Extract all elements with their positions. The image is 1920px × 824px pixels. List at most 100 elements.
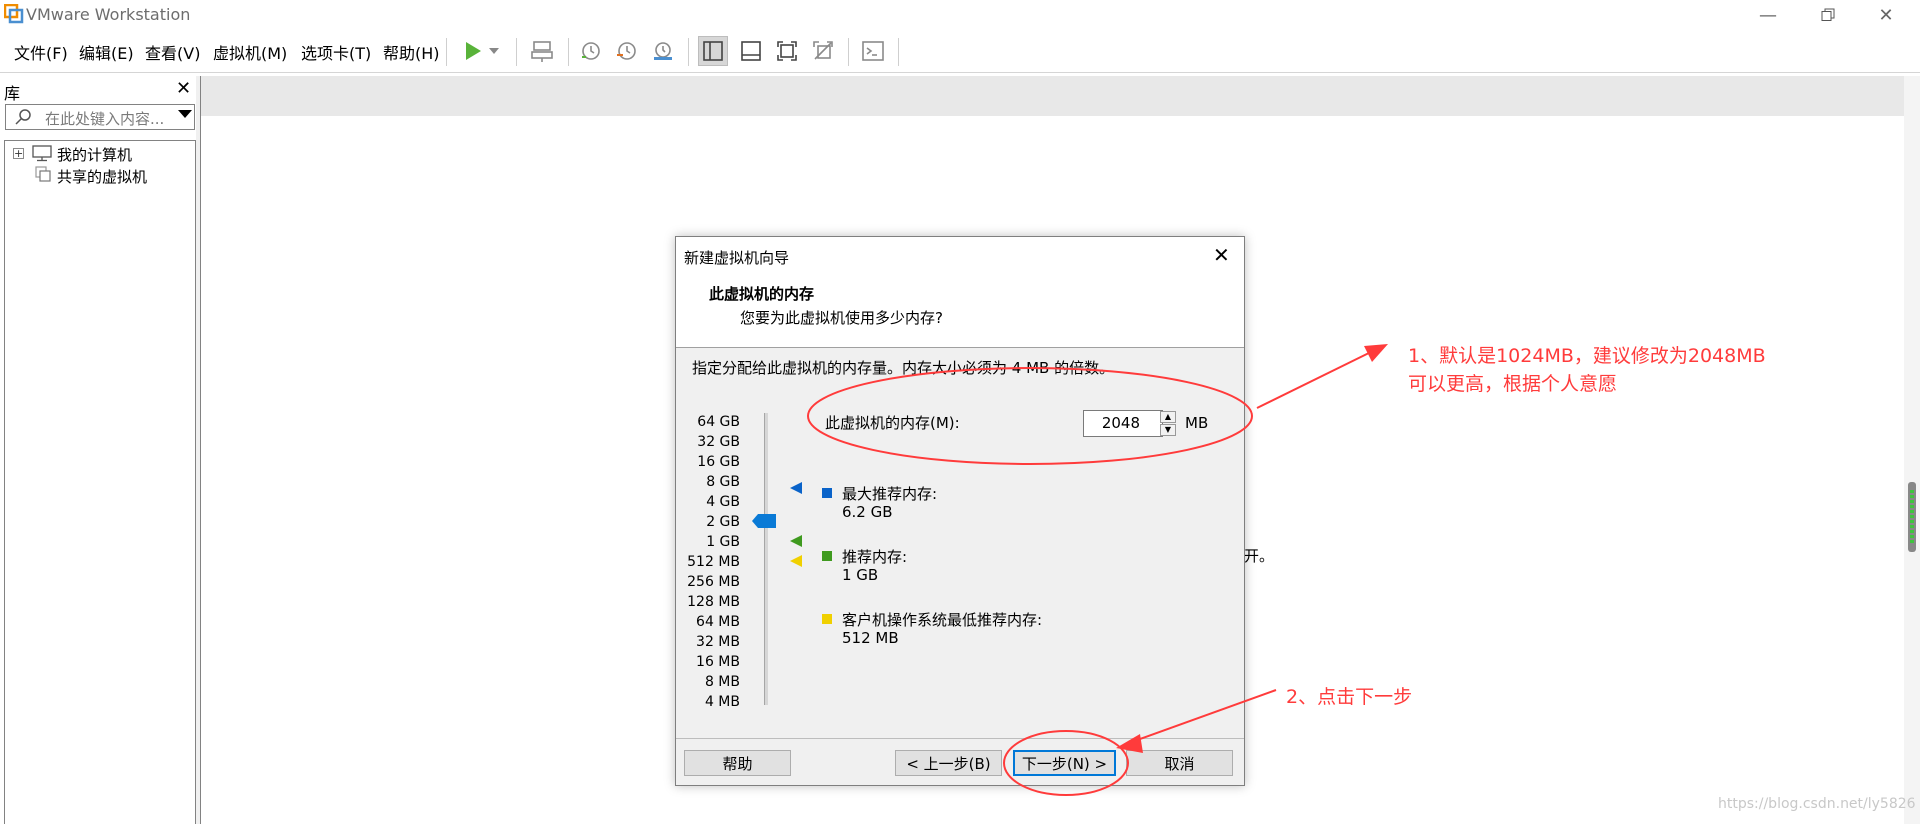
- toolbar-separator: [516, 38, 517, 66]
- chevron-down-icon: [489, 48, 499, 54]
- thumbnail-bar-button[interactable]: [736, 36, 766, 66]
- menu-edit[interactable]: 编辑(E): [79, 40, 134, 64]
- menu-view[interactable]: 查看(V): [145, 40, 200, 64]
- dialog-instruction: 指定分配给此虚拟机的内存量。内存大小必须为 4 MB 的倍数。: [692, 359, 1115, 377]
- memory-spin-up-button[interactable]: ▲: [1160, 411, 1176, 423]
- menu-file[interactable]: 文件(F): [14, 40, 68, 64]
- menu-help[interactable]: 帮助(H): [383, 40, 440, 64]
- snapshot-button[interactable]: [576, 36, 606, 66]
- scale-label: 1 GB: [706, 534, 740, 550]
- scrollbar-grip: [1910, 490, 1914, 544]
- console-view-button[interactable]: [858, 36, 888, 66]
- dialog-footer-divider: [676, 738, 1244, 739]
- show-library-button[interactable]: [698, 36, 728, 66]
- back-button[interactable]: < 上一步(B): [895, 750, 1002, 776]
- vmware-logo-icon: [3, 3, 24, 24]
- memory-unit: MB: [1185, 414, 1209, 432]
- close-icon: ✕: [1878, 4, 1894, 26]
- scale-label: 4 MB: [704, 694, 740, 710]
- dialog-divider: [676, 347, 1244, 348]
- play-icon: [466, 42, 481, 60]
- fullscreen-icon: [777, 41, 797, 61]
- tree-expand-icon[interactable]: +: [13, 148, 24, 159]
- scale-label: 2 GB: [706, 514, 740, 530]
- annotation-note-1-line-1: 1、默认是1024MB，建议修改为2048MB: [1408, 345, 1766, 367]
- scale-label: 32 MB: [696, 634, 740, 650]
- title-bar: [0, 0, 1920, 30]
- snapshot-icon: [582, 42, 600, 60]
- computer-icon: [32, 145, 52, 166]
- chevron-down-icon: ▼: [1164, 425, 1172, 434]
- scale-label: 32 GB: [697, 434, 740, 450]
- toolbar-separator: [848, 38, 849, 66]
- scale-label: 4 GB: [706, 494, 740, 510]
- help-button[interactable]: 帮助: [684, 750, 791, 776]
- scale-label: 512 MB: [687, 554, 740, 570]
- tree-item-shared-vms[interactable]: 共享的虚拟机: [57, 166, 147, 187]
- main-border: [200, 116, 201, 824]
- unity-icon: [813, 41, 833, 60]
- minimize-icon: —: [1759, 4, 1777, 26]
- legend-swatch-max: [822, 488, 832, 498]
- memory-input[interactable]: 2048: [1083, 410, 1163, 437]
- scale-label: 8 GB: [706, 474, 740, 490]
- library-header: [0, 76, 196, 102]
- memory-slider-thumb[interactable]: [752, 514, 776, 532]
- library-close-button[interactable]: ✕: [176, 78, 191, 99]
- legend-swatch-recommended: [822, 551, 832, 561]
- cancel-button[interactable]: 取消: [1126, 750, 1233, 776]
- revert-snapshot-button[interactable]: [612, 36, 642, 66]
- next-button[interactable]: 下一步(N) >: [1013, 750, 1116, 776]
- dialog-close-button[interactable]: ✕: [1213, 243, 1230, 267]
- dialog-heading: 此虚拟机的内存: [709, 285, 815, 303]
- legend-recommended-title: 推荐内存:: [842, 548, 908, 566]
- scale-label: 256 MB: [687, 574, 740, 590]
- tree-item-my-computer[interactable]: 我的计算机: [57, 144, 132, 165]
- partially-hidden-text: 开。: [1244, 547, 1275, 565]
- scale-label: 128 MB: [687, 594, 740, 610]
- restore-button[interactable]: [1810, 0, 1846, 30]
- snapshot-manager-button[interactable]: [648, 36, 678, 66]
- min-recommended-marker-icon: [790, 553, 802, 571]
- memory-slider-track[interactable]: [764, 413, 768, 705]
- watermark: https://blog.csdn.net/ly5826: [1718, 796, 1916, 812]
- memory-label: 此虚拟机的内存(M):: [825, 414, 960, 432]
- search-icon: [14, 108, 32, 130]
- vertical-scrollbar[interactable]: [1904, 76, 1920, 824]
- chevron-up-icon: ▲: [1164, 412, 1172, 421]
- legend-max-title: 最大推荐内存:: [842, 485, 938, 503]
- power-dropdown-button[interactable]: [486, 36, 502, 66]
- window-title: VMware Workstation: [26, 5, 191, 24]
- dialog-subheading: 您要为此虚拟机使用多少内存?: [740, 309, 943, 327]
- send-ctrl-alt-del-button[interactable]: [527, 36, 557, 66]
- full-screen-button[interactable]: [772, 36, 802, 66]
- close-button[interactable]: ✕: [1868, 0, 1904, 30]
- snapshot-manager-icon: [654, 42, 672, 60]
- thumbnail-view-icon: [741, 41, 761, 61]
- scrollbar-thumb[interactable]: [1908, 482, 1916, 552]
- menu-tabs[interactable]: 选项卡(T): [301, 40, 371, 64]
- toolbar-separator: [568, 38, 569, 66]
- scale-label: 16 GB: [697, 454, 740, 470]
- unity-button[interactable]: [808, 36, 838, 66]
- tab-strip: [200, 76, 1920, 116]
- dialog-title: 新建虚拟机向导: [684, 249, 790, 267]
- power-on-button[interactable]: [458, 36, 488, 66]
- legend-max-value: 6.2 GB: [842, 503, 893, 521]
- scale-label: 16 MB: [696, 654, 740, 670]
- menu-bar: [0, 30, 1920, 73]
- scale-label: 64 GB: [697, 414, 740, 430]
- annotation-note-1-line-2: 可以更高，根据个人意愿: [1408, 373, 1618, 395]
- annotation-arrowhead-1: [1364, 344, 1388, 362]
- max-recommended-marker-icon: [790, 480, 802, 498]
- chevron-down-icon[interactable]: [178, 110, 192, 118]
- revert-snapshot-icon: [617, 42, 636, 60]
- shared-vm-icon: [35, 166, 51, 187]
- close-icon: ✕: [1213, 243, 1230, 267]
- memory-spin-down-button[interactable]: ▼: [1160, 424, 1176, 436]
- annotation-note-2: 2、点击下一步: [1286, 686, 1413, 708]
- minimize-button[interactable]: —: [1750, 0, 1786, 30]
- menu-vm[interactable]: 虚拟机(M): [213, 40, 287, 64]
- toolbar-separator: [688, 38, 689, 66]
- legend-min-title: 客户机操作系统最低推荐内存:: [842, 611, 1043, 629]
